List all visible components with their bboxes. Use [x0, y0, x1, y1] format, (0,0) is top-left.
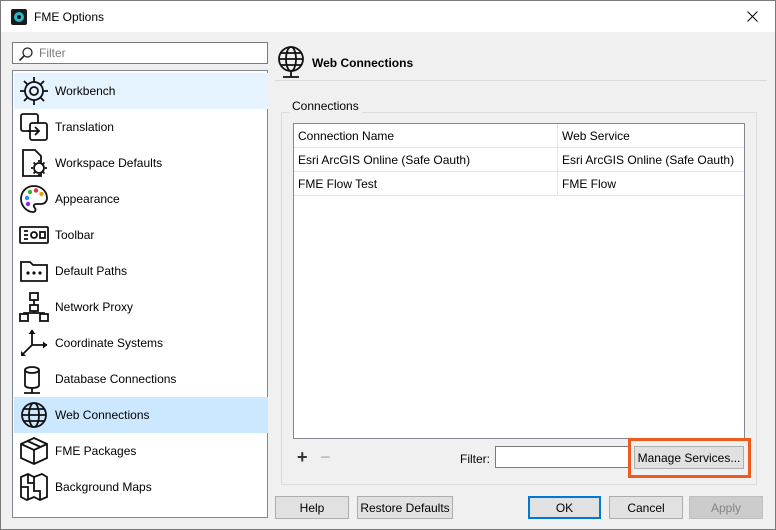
- column-header-connection-name[interactable]: Connection Name: [294, 124, 557, 148]
- workspace-defaults-icon: [22, 149, 47, 177]
- sidebar-filter-input[interactable]: [39, 45, 263, 61]
- sidebar-item-label: Workspace Defaults: [55, 156, 163, 170]
- sidebar-item-fme-packages[interactable]: FME Packages: [14, 433, 268, 469]
- sidebar-item-network-proxy[interactable]: Network Proxy: [14, 289, 268, 325]
- sidebar-item-label: Background Maps: [55, 480, 152, 494]
- fme-app-icon: [11, 9, 27, 25]
- sidebar-item-label: FME Packages: [55, 444, 137, 458]
- sidebar-item-label: Toolbar: [55, 228, 95, 242]
- map-icon: [20, 473, 48, 501]
- cancel-button[interactable]: Cancel: [609, 496, 683, 519]
- sidebar-item-workbench[interactable]: Workbench: [14, 73, 268, 109]
- network-icon: [19, 292, 49, 322]
- sidebar-item-label: Workbench: [55, 84, 116, 98]
- folder-icon: [20, 261, 48, 282]
- header-divider: [275, 80, 767, 81]
- connection-name-cell: Esri ArcGIS Online (Safe Oauth): [298, 153, 471, 167]
- search-icon: [18, 47, 33, 62]
- database-icon: [24, 366, 40, 394]
- sidebar-item-web-connections[interactable]: Web Connections: [14, 397, 268, 433]
- sidebar-item-workspace-defaults[interactable]: Workspace Defaults: [14, 145, 268, 181]
- axes-icon: [21, 329, 48, 356]
- table-row[interactable]: FME Flow Test FME Flow: [294, 172, 744, 196]
- connections-table[interactable]: Connection Name Web Service Esri ArcGIS …: [293, 123, 745, 439]
- palette-icon: [20, 185, 48, 213]
- workbench-icon: [20, 77, 48, 105]
- web-service-cell: FME Flow: [562, 177, 616, 191]
- help-button[interactable]: Help: [275, 496, 349, 519]
- connections-filter-label: Filter:: [460, 452, 490, 466]
- sidebar-item-label: Network Proxy: [55, 300, 134, 314]
- sidebar-item-database-connections[interactable]: Database Connections: [14, 361, 268, 397]
- manage-services-button[interactable]: Manage Services...: [634, 446, 744, 469]
- table-header: Connection Name Web Service: [294, 124, 744, 148]
- connection-name-cell: FME Flow Test: [298, 177, 378, 191]
- ok-button[interactable]: OK: [528, 496, 601, 519]
- window-title: FME Options: [34, 10, 105, 24]
- sidebar-item-translation[interactable]: Translation: [14, 109, 268, 145]
- web-service-cell: Esri ArcGIS Online (Safe Oauth): [562, 153, 735, 167]
- close-button[interactable]: [729, 1, 775, 32]
- sidebar-item-label: Coordinate Systems: [55, 336, 164, 350]
- globe-icon: [21, 402, 47, 428]
- add-connection-button[interactable]: +: [297, 448, 308, 466]
- translation-icon: [20, 113, 48, 141]
- column-header-web-service[interactable]: Web Service: [558, 124, 744, 148]
- sidebar-item-toolbar[interactable]: Toolbar: [14, 217, 268, 253]
- sidebar-filter[interactable]: [12, 42, 268, 64]
- web-connections-header-icon: [278, 46, 304, 78]
- close-icon: [746, 11, 758, 22]
- toolbar-icon: [19, 226, 49, 244]
- sidebar-item-label: Database Connections: [55, 372, 177, 386]
- title-bar: FME Options: [1, 1, 775, 32]
- connections-filter-input[interactable]: [495, 446, 629, 468]
- package-icon: [20, 437, 48, 465]
- sidebar-item-label: Default Paths: [55, 264, 128, 278]
- restore-defaults-button[interactable]: Restore Defaults: [357, 496, 453, 519]
- sidebar-item-label: Web Connections: [55, 408, 150, 422]
- page-title: Web Connections: [312, 56, 414, 70]
- sidebar-item-coordinate-systems[interactable]: Coordinate Systems: [14, 325, 268, 361]
- connections-group-label: Connections: [289, 99, 362, 113]
- remove-connection-button[interactable]: −: [320, 448, 331, 466]
- sidebar-item-background-maps[interactable]: Background Maps: [14, 469, 268, 505]
- apply-button: Apply: [689, 496, 763, 519]
- sidebar-item-label: Translation: [55, 120, 114, 134]
- sidebar-item-appearance[interactable]: Appearance: [14, 181, 268, 217]
- sidebar-item-default-paths[interactable]: Default Paths: [14, 253, 268, 289]
- table-row[interactable]: Esri ArcGIS Online (Safe Oauth) Esri Arc…: [294, 148, 744, 172]
- sidebar-item-label: Appearance: [55, 192, 120, 206]
- category-list: Workbench Translation Workspace Defaults: [12, 70, 268, 518]
